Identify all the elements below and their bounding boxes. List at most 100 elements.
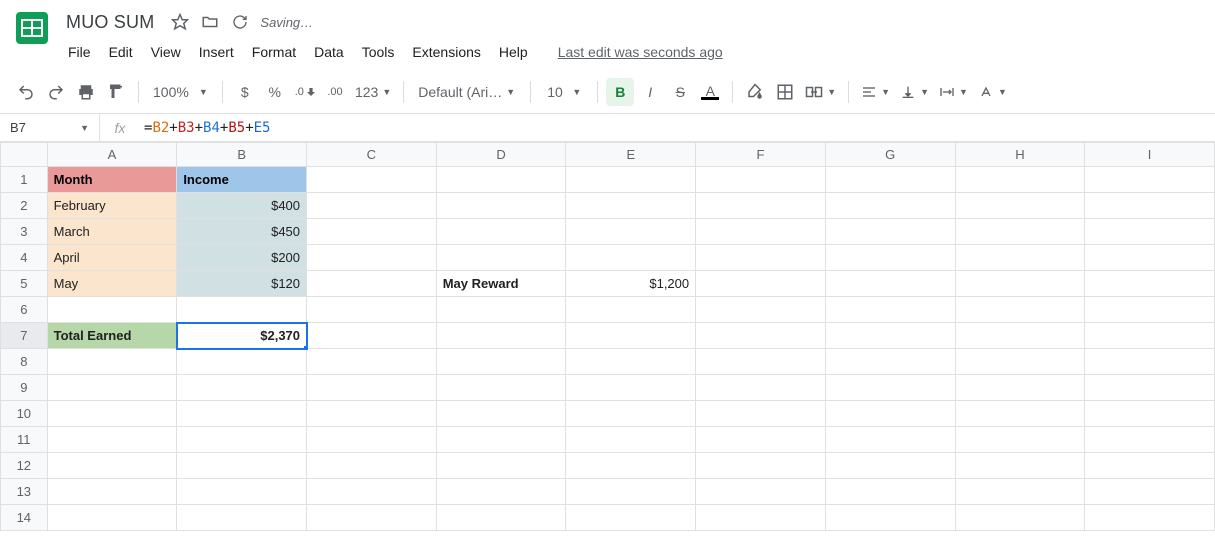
cell-E3[interactable] (566, 219, 696, 245)
more-formats-button[interactable]: 123▼ (351, 78, 395, 106)
cell-D12[interactable] (436, 453, 566, 479)
cell-A12[interactable] (47, 453, 177, 479)
cell-E12[interactable] (566, 453, 696, 479)
cell-F3[interactable] (696, 219, 826, 245)
cell-H11[interactable] (955, 427, 1085, 453)
cell-H5[interactable] (955, 271, 1085, 297)
vertical-align-button[interactable]: ▼ (896, 78, 933, 106)
cell-H3[interactable] (955, 219, 1085, 245)
italic-button[interactable]: I (636, 78, 664, 106)
cell-D8[interactable] (436, 349, 566, 375)
redo-icon[interactable] (42, 78, 70, 106)
name-box[interactable]: B7▼ (0, 114, 100, 141)
cell-I2[interactable] (1085, 193, 1215, 219)
spreadsheet-grid[interactable]: A B C D E F G H I 1 Month Income 2 Febru… (0, 142, 1215, 531)
cell-H8[interactable] (955, 349, 1085, 375)
cell-C5[interactable] (307, 271, 437, 297)
format-currency-button[interactable]: $ (231, 78, 259, 106)
cell-B3[interactable]: $450 (177, 219, 307, 245)
col-header-B[interactable]: B (177, 143, 307, 167)
cell-I12[interactable] (1085, 453, 1215, 479)
cell-A4[interactable]: April (47, 245, 177, 271)
star-icon[interactable] (170, 12, 190, 32)
cell-C4[interactable] (307, 245, 437, 271)
cell-F12[interactable] (696, 453, 826, 479)
move-folder-icon[interactable] (200, 12, 220, 32)
cell-B5[interactable]: $120 (177, 271, 307, 297)
cell-B4[interactable]: $200 (177, 245, 307, 271)
cell-A14[interactable] (47, 505, 177, 531)
cell-F5[interactable] (696, 271, 826, 297)
row-header-12[interactable]: 12 (1, 453, 48, 479)
cell-E5[interactable]: $1,200 (566, 271, 696, 297)
cell-B8[interactable] (177, 349, 307, 375)
cell-B10[interactable] (177, 401, 307, 427)
formula-input[interactable]: =B2+B3+B4+B5+E5 (140, 120, 1215, 136)
cell-G1[interactable] (825, 167, 955, 193)
cell-G10[interactable] (825, 401, 955, 427)
row-header-8[interactable]: 8 (1, 349, 48, 375)
strikethrough-button[interactable]: S (666, 78, 694, 106)
cell-C9[interactable] (307, 375, 437, 401)
cell-G14[interactable] (825, 505, 955, 531)
cell-D4[interactable] (436, 245, 566, 271)
row-header-11[interactable]: 11 (1, 427, 48, 453)
menu-format[interactable]: Format (244, 40, 304, 64)
cell-H4[interactable] (955, 245, 1085, 271)
cell-D3[interactable] (436, 219, 566, 245)
cell-D2[interactable] (436, 193, 566, 219)
cell-H9[interactable] (955, 375, 1085, 401)
cell-H2[interactable] (955, 193, 1085, 219)
cell-A7[interactable]: Total Earned (47, 323, 177, 349)
cell-B7[interactable]: $2,370 (177, 323, 307, 349)
cell-C6[interactable] (307, 297, 437, 323)
cell-C2[interactable] (307, 193, 437, 219)
cell-H12[interactable] (955, 453, 1085, 479)
cell-G6[interactable] (825, 297, 955, 323)
row-header-13[interactable]: 13 (1, 479, 48, 505)
cell-G2[interactable] (825, 193, 955, 219)
cell-A2[interactable]: February (47, 193, 177, 219)
cell-A8[interactable] (47, 349, 177, 375)
cell-D7[interactable] (436, 323, 566, 349)
menu-edit[interactable]: Edit (101, 40, 141, 64)
row-header-10[interactable]: 10 (1, 401, 48, 427)
menu-view[interactable]: View (143, 40, 189, 64)
cell-D11[interactable] (436, 427, 566, 453)
format-percent-button[interactable]: % (261, 78, 289, 106)
cell-D6[interactable] (436, 297, 566, 323)
cell-B12[interactable] (177, 453, 307, 479)
print-icon[interactable] (72, 78, 100, 106)
text-wrap-button[interactable]: ▼ (935, 78, 972, 106)
cell-H6[interactable] (955, 297, 1085, 323)
cell-E13[interactable] (566, 479, 696, 505)
cell-E8[interactable] (566, 349, 696, 375)
cell-H13[interactable] (955, 479, 1085, 505)
row-header-2[interactable]: 2 (1, 193, 48, 219)
horizontal-align-button[interactable]: ▼ (857, 78, 894, 106)
col-header-G[interactable]: G (825, 143, 955, 167)
decrease-decimal-button[interactable]: .0 (291, 78, 319, 106)
cell-F11[interactable] (696, 427, 826, 453)
cell-B11[interactable] (177, 427, 307, 453)
bold-button[interactable]: B (606, 78, 634, 106)
cell-F8[interactable] (696, 349, 826, 375)
text-rotation-button[interactable]: ▼ (974, 78, 1011, 106)
cell-E1[interactable] (566, 167, 696, 193)
cell-E2[interactable] (566, 193, 696, 219)
increase-decimal-button[interactable]: .00 (321, 78, 349, 106)
row-header-7[interactable]: 7 (1, 323, 48, 349)
cell-G8[interactable] (825, 349, 955, 375)
row-header-9[interactable]: 9 (1, 375, 48, 401)
row-header-14[interactable]: 14 (1, 505, 48, 531)
cell-G7[interactable] (825, 323, 955, 349)
cell-E4[interactable] (566, 245, 696, 271)
borders-button[interactable] (771, 78, 799, 106)
select-all-corner[interactable] (1, 143, 48, 167)
cell-I9[interactable] (1085, 375, 1215, 401)
cell-A10[interactable] (47, 401, 177, 427)
last-edit-link[interactable]: Last edit was seconds ago (558, 44, 723, 60)
cell-A3[interactable]: March (47, 219, 177, 245)
cell-I1[interactable] (1085, 167, 1215, 193)
cell-G12[interactable] (825, 453, 955, 479)
